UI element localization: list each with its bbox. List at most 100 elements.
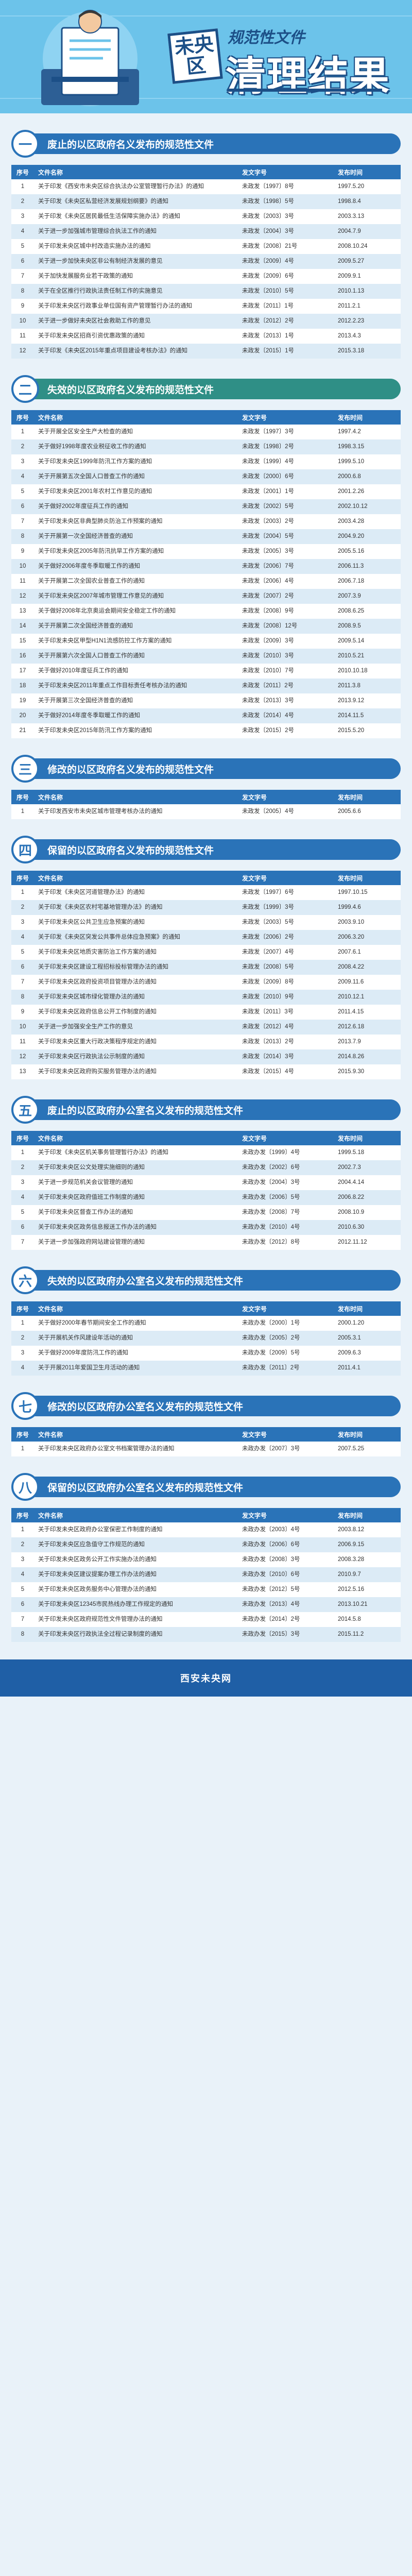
column-header-code: 发文字号 bbox=[242, 1512, 267, 1519]
cell-no: 7 bbox=[21, 1239, 25, 1245]
section-title: 失效的以区政府名义发布的规范性文件 bbox=[30, 379, 401, 399]
column-header-no: 序号 bbox=[16, 793, 29, 801]
cell-name: 关于印发未央区政府信息公开工作制度的通知 bbox=[38, 1009, 157, 1015]
section-number: 六 bbox=[11, 1266, 39, 1294]
cell-name: 关于做好1998年度农业税征收工作的通知 bbox=[38, 444, 146, 450]
table-row: 14 关于开展第二次全国经济普查的通知 未政发〔2008〕12号 2008.9.5 bbox=[11, 619, 401, 634]
cell-no: 3 bbox=[21, 1179, 25, 1185]
cell-date: 1997.10.15 bbox=[338, 889, 368, 895]
cell-code: 未政发〔2013〕3号 bbox=[242, 698, 294, 704]
cell-name: 关于印发《未央区突发公共事件总体应急预案》的通知 bbox=[38, 934, 180, 940]
cell-no: 13 bbox=[19, 608, 26, 614]
cell-code: 未政发〔2007〕2号 bbox=[242, 593, 294, 599]
cell-code: 未政办发〔2014〕2号 bbox=[242, 1616, 300, 1622]
cell-code: 未政发〔2010〕5号 bbox=[242, 288, 294, 294]
cell-date: 2009.5.27 bbox=[338, 258, 365, 264]
column-header-code: 发文字号 bbox=[242, 1431, 267, 1438]
cell-no: 1 bbox=[21, 1149, 25, 1156]
cell-name: 关于印发未央区2011年重点工作目标责任考核办法的通知 bbox=[38, 683, 187, 689]
table-row: 10 关于进一步做好未央区社会救助工作的意见 未政发〔2012〕2号 2012.2.2… bbox=[11, 314, 401, 329]
table-row: 9 关于印发未央区2005年防汛抗旱工作方案的通知 未政发〔2005〕3号 2005.… bbox=[11, 544, 401, 559]
cell-date: 2010.6.30 bbox=[338, 1224, 365, 1230]
cell-date: 2011.2.1 bbox=[338, 303, 360, 309]
cell-name: 关于印发未央区政务公开工作实施办法的通知 bbox=[38, 1556, 157, 1563]
cell-no: 8 bbox=[21, 994, 25, 1000]
cell-date: 2007.3.9 bbox=[338, 593, 361, 599]
file-table: 序号 文件名称 发文字号 发布时间 1 关于做好2000年春节期间安全工作的通知 未政办发〔… bbox=[11, 1301, 401, 1376]
table-row: 6 关于印发未央区政务信息报送工作办法的通知 未政办发〔2010〕4号 2010.6.… bbox=[11, 1220, 401, 1235]
table-row: 1 关于印发未央区政府办公室文书档案管理办法的通知 未政办发〔2007〕3号 2007… bbox=[11, 1442, 401, 1456]
cell-date: 2006.8.22 bbox=[338, 1194, 365, 1200]
cell-code: 未政发〔1998〕5号 bbox=[242, 198, 294, 205]
section-title: 失效的以区政府办公室名义发布的规范性文件 bbox=[30, 1270, 401, 1291]
section-7: 七修改的以区政府办公室名义发布的规范性文件 序号 文件名称 发文字号 发布时间 1 关于印发… bbox=[11, 1392, 401, 1456]
cell-name: 关于做好2000年春节期间安全工作的通知 bbox=[38, 1320, 146, 1326]
column-header-no: 序号 bbox=[16, 1134, 29, 1142]
cell-code: 未政发〔2015〕1号 bbox=[242, 348, 294, 354]
section-heading: 四保留的以区政府名义发布的规范性文件 bbox=[11, 836, 401, 863]
cell-date: 2014.5.8 bbox=[338, 1616, 361, 1622]
cell-date: 2010.1.13 bbox=[338, 288, 365, 294]
cell-name: 关于印发未央区12345市民热线办理工作规定的通知 bbox=[38, 1601, 173, 1607]
cell-code: 未政发〔2013〕2号 bbox=[242, 1039, 294, 1045]
cell-date: 2010.12.1 bbox=[338, 994, 365, 1000]
cell-date: 2012.11.12 bbox=[338, 1239, 367, 1245]
cell-code: 未政发〔2000〕6号 bbox=[242, 473, 294, 480]
cell-date: 2000.1.20 bbox=[338, 1320, 365, 1326]
cell-date: 1999.5.18 bbox=[338, 1149, 365, 1156]
section-1: 一废止的以区政府名义发布的规范性文件 序号 文件名称 发文字号 发布时间 1 关于印发《西安… bbox=[11, 130, 401, 359]
table-row: 2 关于印发未央区应急值守工作规范的通知 未政办发〔2006〕6号 2006.9.15 bbox=[11, 1537, 401, 1552]
cell-code: 未政发〔2011〕2号 bbox=[242, 683, 294, 689]
cell-date: 1999.5.10 bbox=[338, 459, 365, 465]
page-title: 清理结果 bbox=[226, 54, 391, 99]
cell-date: 2006.3.20 bbox=[338, 934, 365, 940]
cell-code: 未政发〔2003〕3号 bbox=[242, 213, 294, 219]
table-row: 12 关于印发《未央区2015年重点项目建设考核办法》的通知 未政发〔2015〕1号… bbox=[11, 344, 401, 359]
cell-date: 2013.4.3 bbox=[338, 333, 361, 339]
cell-code: 未政发〔2008〕21号 bbox=[242, 243, 298, 249]
table-row: 1 关于印发未央区政府办公室保密工作制度的通知 未政办发〔2003〕4号 2003.8… bbox=[11, 1522, 401, 1537]
column-header-date: 发布时间 bbox=[338, 1305, 363, 1313]
cell-no: 4 bbox=[21, 934, 25, 940]
cell-name: 关于印发未央区政府办公室文书档案管理办法的通知 bbox=[38, 1446, 175, 1452]
cell-code: 未政发〔2004〕3号 bbox=[242, 228, 294, 234]
table-row: 4 关于开展第五次全国人口普查工作的通知 未政发〔2000〕6号 2000.6.8 bbox=[11, 469, 401, 484]
column-header-no: 序号 bbox=[16, 1431, 29, 1438]
cell-no: 13 bbox=[19, 1069, 26, 1075]
table-row: 5 关于印发未央区2001年农村工作意见的通知 未政发〔2001〕1号 2001.2.… bbox=[11, 484, 401, 499]
column-header-date: 发布时间 bbox=[338, 168, 363, 176]
cell-no: 1 bbox=[21, 1320, 25, 1326]
table-row: 16 关于开展第六次全国人口普查工作的通知 未政发〔2010〕3号 2010.5.21 bbox=[11, 649, 401, 664]
cell-date: 2013.9.12 bbox=[338, 698, 365, 704]
column-header-no: 序号 bbox=[16, 168, 29, 176]
cell-name: 关于印发未央区城中村改造实施办法的通知 bbox=[38, 243, 151, 249]
cell-code: 未政发〔2008〕5号 bbox=[242, 964, 294, 970]
cell-name: 关于进一步加强政府网站建设管理的通知 bbox=[38, 1239, 145, 1245]
cell-name: 关于印发《未央区机关事务管理暂行办法》的通知 bbox=[38, 1149, 168, 1156]
cell-no: 18 bbox=[19, 683, 26, 689]
section-3: 三修改的以区政府名义发布的规范性文件 序号 文件名称 发文字号 发布时间 1 关于印发西安市… bbox=[11, 755, 401, 819]
cell-date: 2004.4.14 bbox=[338, 1179, 365, 1185]
section-4: 四保留的以区政府名义发布的规范性文件 序号 文件名称 发文字号 发布时间 1 关于印发《未央… bbox=[11, 836, 401, 1079]
cell-no: 3 bbox=[21, 919, 25, 925]
table-row: 9 关于印发未央区行政事业单位国有资产管理暂行办法的通知 未政发〔2011〕1号 20… bbox=[11, 299, 401, 314]
section-6: 六失效的以区政府办公室名义发布的规范性文件 序号 文件名称 发文字号 发布时间 1 关于做好… bbox=[11, 1266, 401, 1376]
cell-date: 2008.3.28 bbox=[338, 1556, 365, 1563]
table-row: 5 关于印发未央区地质灾害防治工作方案的通知 未政发〔2007〕4号 2007.6.1 bbox=[11, 945, 401, 960]
cell-name: 关于做好2010年度征兵工作的通知 bbox=[38, 668, 129, 674]
cell-code: 未政办发〔2010〕4号 bbox=[242, 1224, 300, 1230]
section-title: 保留的以区政府办公室名义发布的规范性文件 bbox=[30, 1477, 401, 1497]
cell-date: 2009.11.6 bbox=[338, 979, 364, 985]
cell-no: 6 bbox=[21, 1224, 25, 1230]
table-row: 3 关于印发未央区政务公开工作实施办法的通知 未政办发〔2008〕3号 2008.3.… bbox=[11, 1552, 401, 1567]
cell-code: 未政发〔2006〕2号 bbox=[242, 934, 294, 940]
table-row: 18 关于印发未央区2011年重点工作目标责任考核办法的通知 未政发〔2011〕2号… bbox=[11, 679, 401, 693]
cell-code: 未政办发〔2009〕5号 bbox=[242, 1350, 300, 1356]
cell-no: 3 bbox=[21, 213, 25, 219]
cell-code: 未政办发〔2004〕3号 bbox=[242, 1179, 300, 1185]
cell-name: 关于印发未央区招商引资优惠政策的通知 bbox=[38, 333, 145, 339]
section-heading: 六失效的以区政府办公室名义发布的规范性文件 bbox=[11, 1266, 401, 1294]
cell-name: 关于在全区推行行政执法责任制工作的实施意见 bbox=[38, 288, 163, 294]
column-header-date: 发布时间 bbox=[338, 1512, 363, 1519]
cell-date: 2005.6.6 bbox=[338, 808, 361, 815]
